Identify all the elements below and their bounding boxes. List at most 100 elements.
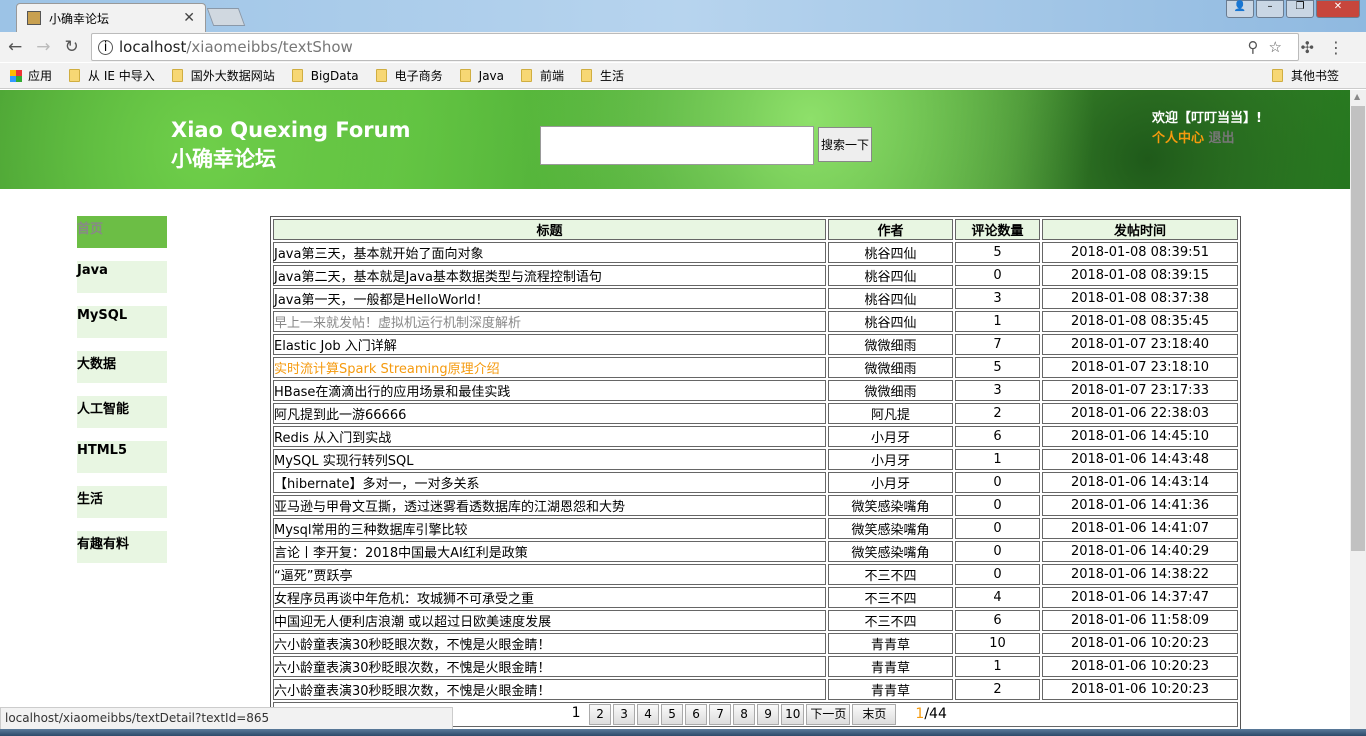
sidebar-item[interactable]: MySQL (77, 306, 167, 338)
minimize-button[interactable]: – (1256, 0, 1284, 18)
bookmark-item[interactable]: 前端 (521, 67, 564, 84)
bookmark-item[interactable]: 生活 (581, 67, 624, 84)
comment-count: 4 (955, 587, 1040, 608)
search-input[interactable] (540, 126, 814, 165)
next-page-button[interactable]: 下一页 (806, 704, 851, 725)
reload-icon[interactable]: ↻ (65, 37, 79, 57)
table-row: 六小龄童表演30秒眨眼次数，不愧是火眼金睛！ 青青草 2 2018-01-06 10:… (273, 679, 1238, 700)
post-time: 2018-01-06 14:40:29 (1042, 541, 1238, 562)
menu-icon[interactable]: ⋮ (1328, 38, 1358, 57)
scroll-up-icon[interactable]: ▲ (1354, 92, 1360, 101)
maximize-button[interactable]: ❐ (1286, 0, 1314, 18)
sidebar-item[interactable]: 首页 (77, 216, 167, 248)
sidebar-item[interactable]: HTML5 (77, 441, 167, 473)
table-row: 【hibernate】多对一，一对多关系 小月牙 0 2018-01-06 14:43… (273, 472, 1238, 493)
sidebar-item[interactable]: Java (77, 261, 167, 293)
browser-tab[interactable]: 小确幸论坛 ✕ (16, 3, 206, 32)
page-button[interactable]: 5 (661, 704, 684, 725)
post-title-link[interactable]: 早上一来就发帖！虚拟机运行机制深度解析 (273, 311, 826, 332)
post-title-link[interactable]: 六小龄童表演30秒眨眼次数，不愧是火眼金睛！ (273, 656, 826, 677)
table-row: Java第二天，基本就是Java基本数据类型与流程控制语句 桃谷四仙 0 2018-0… (273, 265, 1238, 286)
page-button[interactable]: 7 (709, 704, 732, 725)
sidebar-nav: 首页 Java MySQL 大数据人工智能 HTML5 生活有趣有料 (77, 216, 167, 576)
post-title-link[interactable]: Java第三天，基本就开始了面向对象 (273, 242, 826, 263)
post-title-link[interactable]: 亚马逊与甲骨文互撕，透过迷雾看透数据库的江湖恩怨和大势 (273, 495, 826, 516)
page-scrollbar[interactable]: ▲ (1350, 90, 1366, 730)
post-title-link[interactable]: 实时流计算Spark Streaming原理介绍 (273, 357, 826, 378)
post-title-link[interactable]: 中国迎无人便利店浪潮 或以超过日欧美速度发展 (273, 610, 826, 631)
post-title-link[interactable]: Elastic Job 入门详解 (273, 334, 826, 355)
page-button[interactable]: 10 (781, 704, 805, 725)
forward-icon[interactable]: → (36, 37, 50, 57)
post-title-link[interactable]: 言论丨李开复：2018中国最大AI红利是政策 (273, 541, 826, 562)
page-button[interactable]: 6 (685, 704, 708, 725)
post-author: 桃谷四仙 (828, 265, 953, 286)
last-page-button[interactable]: 末页 (852, 704, 897, 725)
post-title-link[interactable]: 六小龄童表演30秒眨眼次数，不愧是火眼金睛！ (273, 679, 826, 700)
back-icon[interactable]: ← (8, 37, 22, 57)
post-title-link[interactable]: Mysql常用的三种数据库引擎比较 (273, 518, 826, 539)
post-title-link[interactable]: Redis 从入门到实战 (273, 426, 826, 447)
comment-count: 0 (955, 518, 1040, 539)
post-title-link[interactable]: 女程序员再谈中年危机：攻城狮不可承受之重 (273, 587, 826, 608)
folder-icon (1271, 69, 1283, 82)
post-time: 2018-01-06 14:38:22 (1042, 564, 1238, 585)
post-time: 2018-01-06 10:20:23 (1042, 679, 1238, 700)
page-button[interactable]: 3 (613, 704, 636, 725)
sidebar-item[interactable]: 大数据 (77, 351, 167, 383)
profile-link[interactable]: 个人中心 (1152, 131, 1204, 146)
address-bar[interactable]: i localhost/xiaomeibbs/textShow ⚲☆ (91, 33, 1299, 61)
extension-icon[interactable]: ✣ (1301, 38, 1328, 57)
page-count: 1/44 (915, 706, 947, 722)
post-title-link[interactable]: MySQL 实现行转列SQL (273, 449, 826, 470)
post-author: 小月牙 (828, 426, 953, 447)
post-time: 2018-01-06 14:43:14 (1042, 472, 1238, 493)
bookmark-item[interactable]: Java (459, 69, 504, 83)
tab-title: 小确幸论坛 (49, 11, 110, 26)
bookmark-item[interactable]: BigData (291, 69, 359, 83)
page-button[interactable]: 9 (757, 704, 780, 725)
sidebar-item[interactable]: 人工智能 (77, 396, 167, 428)
post-author: 微微细雨 (828, 357, 953, 378)
column-header-title: 标题 (273, 219, 826, 240)
post-author: 青青草 (828, 656, 953, 677)
close-tab-icon[interactable]: ✕ (183, 10, 195, 26)
post-time: 2018-01-08 08:35:45 (1042, 311, 1238, 332)
scrollbar-thumb[interactable] (1351, 106, 1365, 551)
post-title-link[interactable]: HBase在滴滴出行的应用场景和最佳实践 (273, 380, 826, 401)
bookmark-apps[interactable]: 应用 (10, 67, 52, 84)
zoom-icon[interactable]: ⚲ (1248, 38, 1269, 56)
apps-icon (10, 69, 22, 82)
post-author: 阿凡提 (828, 403, 953, 424)
page-button[interactable]: 8 (733, 704, 756, 725)
bookmark-item[interactable]: 从 IE 中导入 (69, 67, 155, 84)
bookmark-item[interactable]: 国外大数据网站 (171, 67, 275, 84)
search-button[interactable]: 搜索一下 (818, 127, 872, 162)
site-logo[interactable]: Xiao Quexing Forum 小确幸论坛 (171, 116, 411, 174)
logout-link[interactable]: 退出 (1209, 131, 1235, 146)
new-tab-button[interactable] (206, 8, 246, 26)
info-icon[interactable]: i (98, 39, 113, 55)
bookmark-star-icon[interactable]: ☆ (1269, 38, 1292, 56)
post-time: 2018-01-08 08:39:51 (1042, 242, 1238, 263)
post-author: 微微细雨 (828, 334, 953, 355)
post-title-link[interactable]: Java第一天，一般都是HelloWorld！ (273, 288, 826, 309)
bookmark-item[interactable]: 电子商务 (375, 67, 443, 84)
other-bookmarks[interactable]: 其他书签 (1271, 67, 1339, 84)
post-title-link[interactable]: “逼死”贾跃亭 (273, 564, 826, 585)
table-row: 六小龄童表演30秒眨眼次数，不愧是火眼金睛！ 青青草 10 2018-01-06 10… (273, 633, 1238, 654)
comment-count: 6 (955, 426, 1040, 447)
sidebar-item[interactable]: 生活 (77, 486, 167, 518)
post-title-link[interactable]: 【hibernate】多对一，一对多关系 (273, 472, 826, 493)
page-button[interactable]: 2 (589, 704, 612, 725)
sidebar-item[interactable]: 有趣有料 (77, 531, 167, 563)
post-title-link[interactable]: 六小龄童表演30秒眨眼次数，不愧是火眼金睛！ (273, 633, 826, 654)
close-window-button[interactable]: ✕ (1316, 0, 1360, 18)
user-icon[interactable]: 👤 (1226, 0, 1254, 18)
page-button[interactable]: 4 (637, 704, 660, 725)
post-author: 微笑感染嘴角 (828, 495, 953, 516)
post-title-link[interactable]: 阿凡提到此一游66666 (273, 403, 826, 424)
post-title-link[interactable]: Java第二天，基本就是Java基本数据类型与流程控制语句 (273, 265, 826, 286)
folder-icon (291, 69, 303, 82)
post-time: 2018-01-06 14:45:10 (1042, 426, 1238, 447)
